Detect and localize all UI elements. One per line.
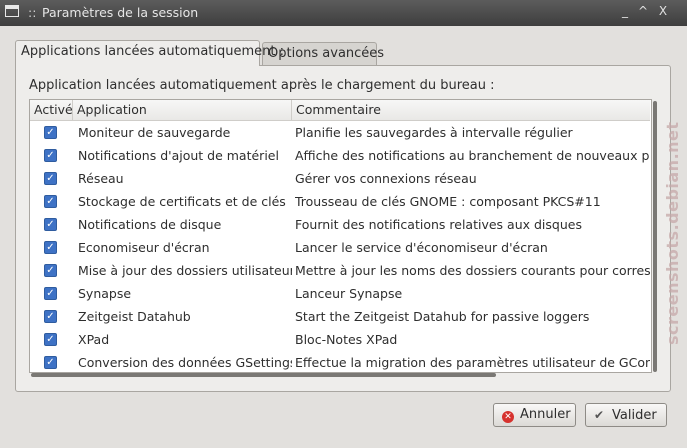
application-comment: Lancer le service d'économiseur d'écran bbox=[295, 240, 548, 255]
column-header-application[interactable]: Application bbox=[73, 100, 292, 120]
enabled-checkbox[interactable]: ✓ bbox=[44, 195, 57, 208]
enabled-checkbox[interactable]: ✓ bbox=[44, 333, 57, 346]
application-name: Conversion des données GSettings bbox=[78, 355, 292, 370]
enabled-checkbox[interactable]: ✓ bbox=[44, 149, 57, 162]
close-button[interactable]: X bbox=[655, 3, 671, 19]
tab-advanced-label: Options avancées bbox=[268, 46, 385, 61]
panel-description: Application lancées automatiquement aprè… bbox=[29, 78, 495, 93]
enabled-checkbox[interactable]: ✓ bbox=[44, 356, 57, 369]
application-name: Notifications d'ajout de matériel bbox=[78, 148, 279, 163]
maximize-icon: ^ bbox=[637, 4, 649, 18]
watermark: screenshots.debian.net bbox=[660, 121, 684, 360]
window-icon[interactable] bbox=[5, 5, 19, 17]
enabled-checkbox[interactable]: ✓ bbox=[44, 310, 57, 323]
table-row[interactable]: ✓ Synapse Lanceur Synapse bbox=[30, 282, 650, 305]
application-name: Réseau bbox=[78, 171, 124, 186]
table-row[interactable]: ✓ Notifications de disque Fournit des noti… bbox=[30, 213, 650, 236]
cancel-icon: ✕ bbox=[502, 411, 514, 423]
horizontal-scrollbar-thumb[interactable] bbox=[31, 373, 496, 377]
vertical-scrollbar-thumb[interactable] bbox=[653, 101, 657, 372]
minimize-icon: _ bbox=[622, 4, 628, 18]
application-comment: Bloc-Notes XPad bbox=[295, 332, 398, 347]
application-name: Mise à jour des dossiers utilisateur bbox=[78, 263, 292, 278]
titlebar-grip: :: bbox=[28, 5, 37, 20]
table-row[interactable]: ✓ Mise à jour des dossiers utilisateur Met… bbox=[30, 259, 650, 282]
application-comment: Fournit des notifications relatives aux … bbox=[295, 217, 582, 232]
table-row[interactable]: ✓ Notifications d'ajout de matériel Affich… bbox=[30, 144, 650, 167]
cancel-button[interactable]: ✕ Annuler bbox=[493, 403, 576, 427]
application-name: Notifications de disque bbox=[78, 217, 222, 232]
application-comment: Lanceur Synapse bbox=[295, 286, 403, 301]
table-row[interactable]: ✓ Stockage de certificats et de clés Trous… bbox=[30, 190, 650, 213]
window-title: Paramètres de la session bbox=[42, 5, 199, 20]
table-row[interactable]: ✓ Economiseur d'écran Lancer le service d'… bbox=[30, 236, 650, 259]
tab-panel: Application lancées automatiquement aprè… bbox=[15, 65, 671, 392]
enabled-checkbox[interactable]: ✓ bbox=[44, 264, 57, 277]
application-comment: Mettre à jour les noms des dossiers cour… bbox=[295, 263, 650, 278]
window-titlebar[interactable]: :: Paramètres de la session _ ^ X bbox=[0, 0, 687, 26]
maximize-button[interactable]: ^ bbox=[635, 3, 651, 19]
cancel-button-label: Annuler bbox=[520, 407, 571, 422]
application-name: Synapse bbox=[78, 286, 132, 301]
tab-autostart-label: Applications lancées automatiquement : bbox=[21, 44, 285, 59]
tab-autostart[interactable]: Applications lancées automatiquement : bbox=[15, 40, 284, 66]
application-name: Economiseur d'écran bbox=[78, 240, 210, 255]
application-name: Stockage de certificats et de clés bbox=[78, 194, 286, 209]
vertical-scrollbar[interactable] bbox=[653, 101, 657, 373]
ok-button[interactable]: ✔ Valider bbox=[585, 403, 667, 427]
ok-button-label: Valider bbox=[612, 408, 657, 423]
minimize-button[interactable]: _ bbox=[617, 3, 633, 19]
enabled-checkbox[interactable]: ✓ bbox=[44, 126, 57, 139]
close-icon: X bbox=[658, 4, 668, 18]
table-row[interactable]: ✓ XPad Bloc-Notes XPad bbox=[30, 328, 650, 351]
column-header-comment[interactable]: Commentaire bbox=[292, 100, 650, 120]
watermark-text: screenshots.debian.net bbox=[663, 121, 682, 345]
table-body: ✓ Moniteur de sauvegarde Planifie les sauv… bbox=[30, 121, 650, 372]
table-row[interactable]: ✓ Réseau Gérer vos connexions réseau bbox=[30, 167, 650, 190]
enabled-checkbox[interactable]: ✓ bbox=[44, 172, 57, 185]
autostart-table[interactable]: Activé Application Commentaire ✓ Moniteur… bbox=[29, 99, 652, 373]
enabled-checkbox[interactable]: ✓ bbox=[44, 218, 57, 231]
application-name: Zeitgeist Datahub bbox=[78, 309, 191, 324]
table-row[interactable]: ✓ Moniteur de sauvegarde Planifie les sauv… bbox=[30, 121, 650, 144]
table-row[interactable]: ✓ Zeitgeist Datahub Start the Zeitgeist Da… bbox=[30, 305, 650, 328]
enabled-checkbox[interactable]: ✓ bbox=[44, 241, 57, 254]
application-comment: Trousseau de clés GNOME : composant PKCS… bbox=[295, 194, 601, 209]
enabled-checkbox[interactable]: ✓ bbox=[44, 287, 57, 300]
application-comment: Planifie les sauvegardes à intervalle ré… bbox=[295, 125, 573, 140]
application-comment: Affiche des notifications au branchement… bbox=[295, 148, 650, 163]
application-name: XPad bbox=[78, 332, 110, 347]
table-header: Activé Application Commentaire bbox=[30, 100, 650, 121]
table-row[interactable]: ✓ Conversion des données GSettings Effectu… bbox=[30, 351, 650, 372]
application-comment: Start the Zeitgeist Datahub for passive … bbox=[295, 309, 590, 324]
column-header-enabled[interactable]: Activé bbox=[30, 100, 73, 120]
application-comment: Effectue la migration des paramètres uti… bbox=[295, 355, 650, 370]
checkmark-icon: ✔ bbox=[594, 408, 605, 422]
application-comment: Gérer vos connexions réseau bbox=[295, 171, 477, 186]
application-name: Moniteur de sauvegarde bbox=[78, 125, 231, 140]
